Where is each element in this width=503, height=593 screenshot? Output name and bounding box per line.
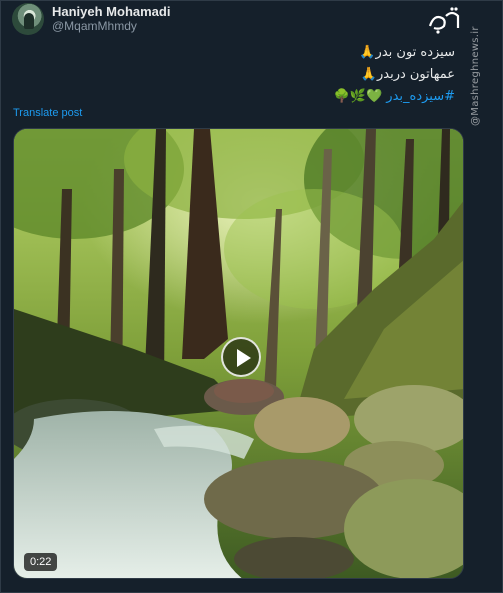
avatar[interactable] (12, 3, 44, 35)
mashregh-logo (428, 7, 460, 34)
tweet-line-1: سیزده تون بدر🙏 (359, 45, 455, 60)
watermark: @Mashreghnews.ir (470, 26, 481, 126)
translate-post-link[interactable]: Translate post (13, 107, 82, 119)
hashtag-emojis: 💚🌿🌳 (333, 89, 383, 104)
play-icon[interactable] (221, 337, 261, 377)
tweet-line-2: عمهاتون دربدر🙏 (360, 67, 455, 82)
display-name[interactable]: Haniyeh Mohamadi (52, 4, 170, 19)
user-handle[interactable]: @MqamMhmdy (52, 19, 137, 33)
tweet-text: سیزده تون بدر🙏 عمهاتون دربدر🙏 #سیزده_بدر… (95, 42, 455, 108)
tweet-line-3: #سیزده_بدر 💚🌿🌳 (95, 86, 455, 108)
video-duration: 0:22 (24, 553, 58, 571)
hashtag-link[interactable]: #سیزده_بدر (386, 89, 455, 104)
video-player[interactable]: 0:22 (13, 128, 464, 579)
